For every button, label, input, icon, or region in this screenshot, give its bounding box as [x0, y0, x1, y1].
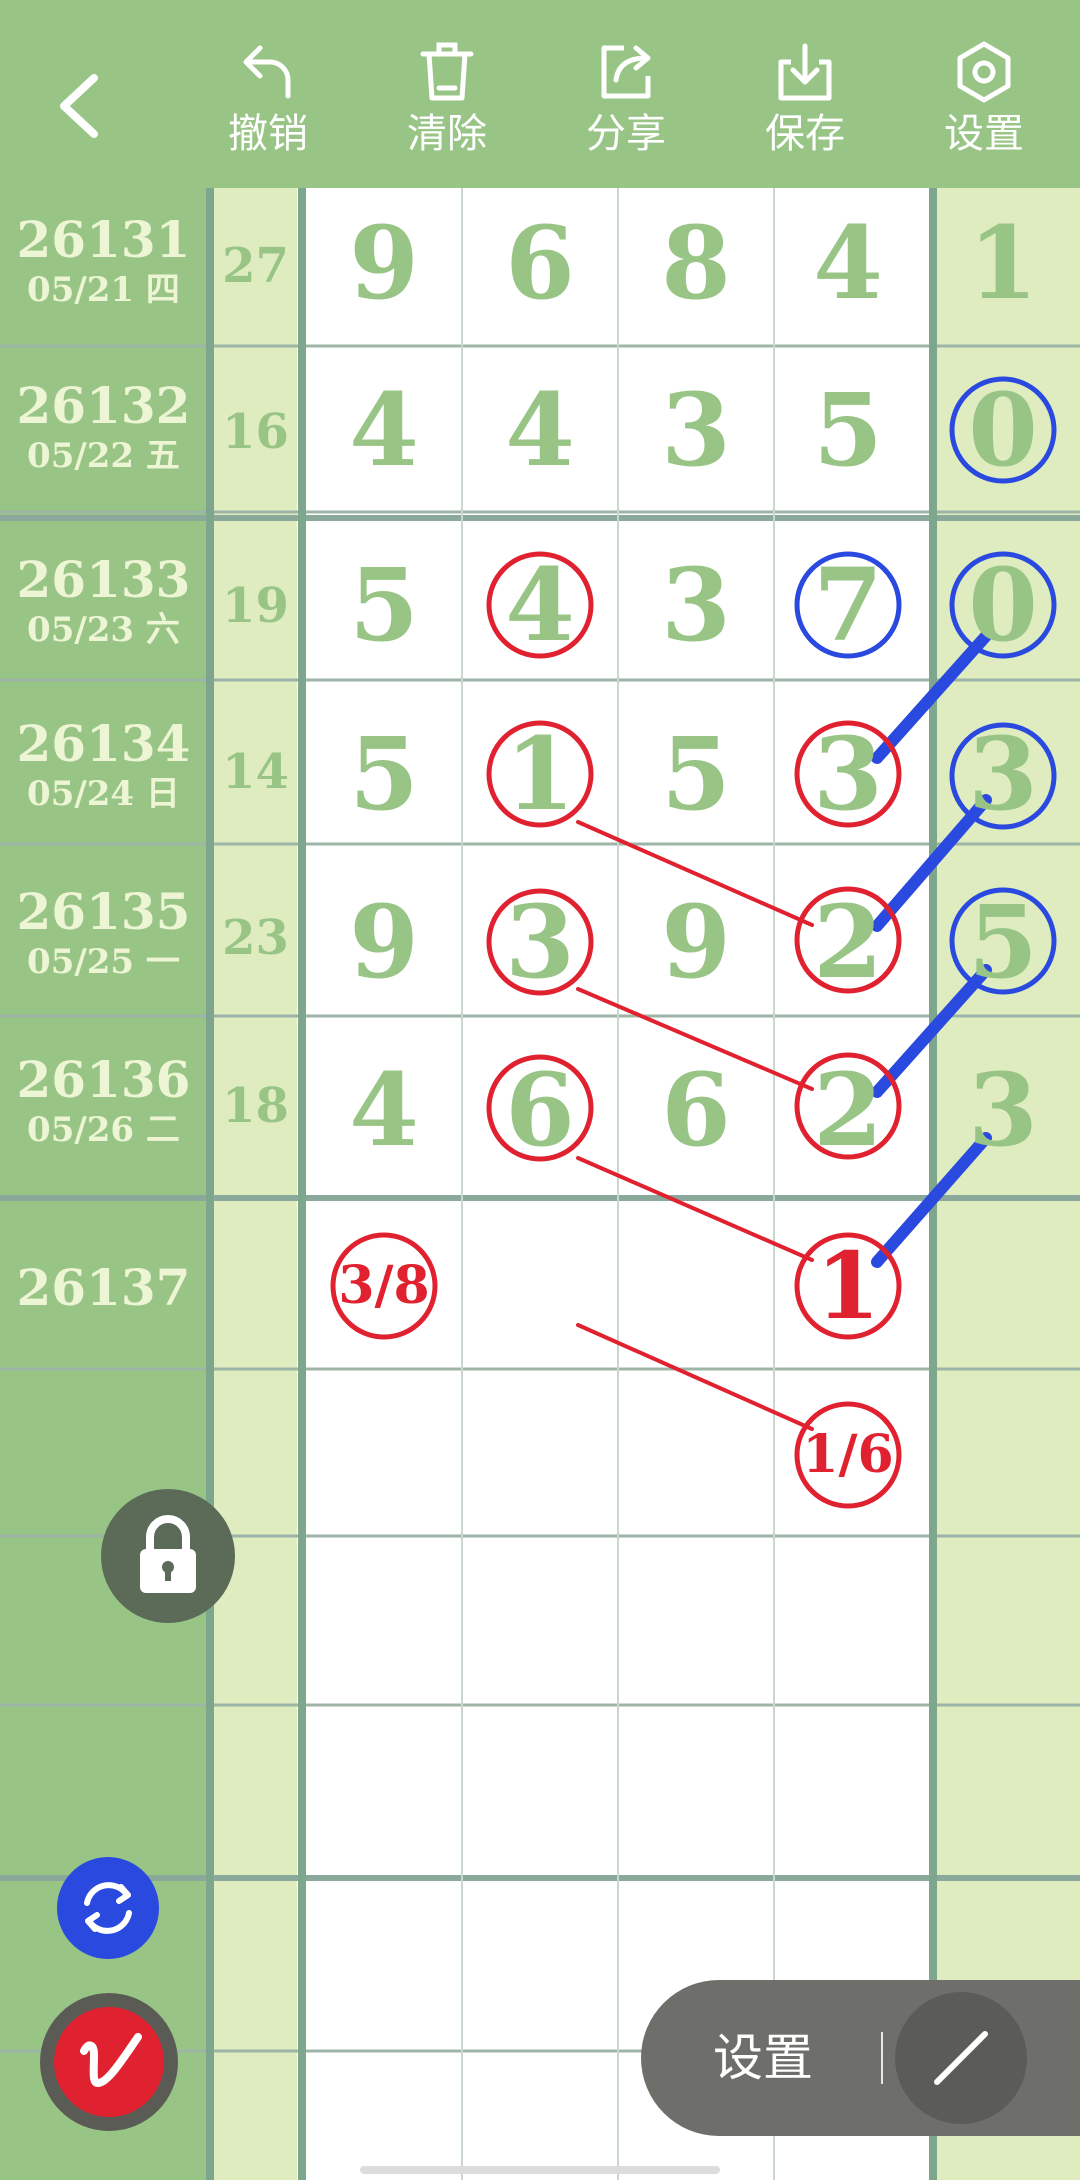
issue-date: 05/23 六: [27, 610, 180, 650]
digit-cell[interactable]: 5: [646, 714, 746, 834]
pen-icon: [80, 2033, 142, 2087]
row-label: 26134 05/24 日: [0, 716, 207, 816]
digit-cell[interactable]: 4: [490, 545, 590, 665]
share-icon: [601, 45, 651, 99]
save-label: 保存: [765, 111, 845, 157]
row-label: 26136 05/26 二: [0, 1052, 207, 1152]
home-indicator: [360, 2166, 720, 2174]
pen-color-swatch: [54, 2007, 164, 2117]
clear-button[interactable]: 清除: [387, 30, 507, 170]
row-label: 26131 05/21 四: [0, 212, 207, 312]
issue-number: 26135: [16, 882, 191, 941]
prediction-mark[interactable]: 1/6: [793, 1425, 903, 1485]
trash-icon: [420, 42, 474, 101]
sum-value: 14: [222, 744, 289, 800]
sum-value: 23: [222, 910, 289, 966]
digit-cell[interactable]: 0: [953, 370, 1053, 490]
digit-cell[interactable]: 7: [798, 545, 898, 665]
issue-date: 05/21 四: [27, 270, 180, 310]
digit-cell[interactable]: 4: [490, 370, 590, 490]
pen-button[interactable]: [40, 1993, 178, 2131]
digit-cell[interactable]: 3: [490, 882, 590, 1002]
digit-cell[interactable]: 2: [798, 1050, 898, 1170]
issue-number: 26133: [16, 550, 191, 609]
sum-value: 19: [222, 578, 289, 634]
lock-button[interactable]: [101, 1489, 235, 1623]
digit-cell[interactable]: 5: [334, 545, 434, 665]
row-label: 26135 05/25 一: [0, 884, 207, 984]
digit-cell[interactable]: 5: [798, 370, 898, 490]
save-button[interactable]: 保存: [745, 30, 865, 170]
fab-settings-button[interactable]: 设置: [713, 2028, 813, 2088]
share-label: 分享: [586, 111, 666, 157]
digit-cell[interactable]: 9: [334, 203, 434, 323]
issue-number: 26132: [16, 376, 191, 435]
digit-cell[interactable]: 3: [953, 1050, 1053, 1170]
digit-cell[interactable]: 1: [953, 203, 1053, 323]
digit-cell[interactable]: 1: [490, 714, 590, 834]
digit-cell[interactable]: 0: [953, 545, 1053, 665]
lock-icon: [140, 1515, 196, 1593]
row-label: 26137: [0, 1260, 207, 1316]
digit-cell[interactable]: 6: [646, 1050, 746, 1170]
issue-date: 05/24 日: [27, 774, 180, 814]
digit-cell[interactable]: 4: [798, 203, 898, 323]
digit-cell[interactable]: 4: [334, 370, 434, 490]
prediction-mark[interactable]: 3/8: [329, 1256, 439, 1316]
issue-number: 26137: [16, 1258, 191, 1317]
share-button[interactable]: 分享: [566, 30, 686, 170]
sum-value: 27: [222, 238, 289, 294]
undo-icon: [243, 45, 291, 99]
line-draw-icon: [934, 2031, 988, 2085]
digit-cell[interactable]: 3: [646, 370, 746, 490]
row-label: 26133 05/23 六: [0, 552, 207, 652]
digit-cell[interactable]: 5: [953, 882, 1053, 1002]
back-button[interactable]: [40, 60, 120, 150]
digit-cell[interactable]: 5: [334, 714, 434, 834]
digit-cell[interactable]: 3: [798, 714, 898, 834]
digit-cell[interactable]: 8: [646, 203, 746, 323]
issue-number: 26134: [16, 714, 191, 773]
undo-button[interactable]: 撤销: [208, 30, 328, 170]
issue-number: 26136: [16, 1050, 191, 1109]
issue-date: 05/22 五: [27, 436, 180, 476]
digit-cell[interactable]: 3: [953, 714, 1053, 834]
top-toolbar: 撤销 清除 分享 保存 设置: [0, 0, 1080, 188]
digit-cell[interactable]: 9: [334, 882, 434, 1002]
issue-date: 05/25 一: [27, 942, 180, 982]
refresh-button[interactable]: [57, 1857, 159, 1959]
undo-label: 撤销: [228, 111, 308, 157]
settings-label: 设置: [944, 111, 1024, 157]
download-icon: [778, 43, 832, 101]
digit-cell[interactable]: 9: [646, 882, 746, 1002]
sum-value: 18: [222, 1078, 289, 1134]
digit-cell[interactable]: 6: [490, 1050, 590, 1170]
draw-line-button[interactable]: [895, 1992, 1027, 2124]
row-label: 26132 05/22 五: [0, 378, 207, 478]
sum-value: 16: [222, 404, 289, 460]
digit-cell[interactable]: 6: [490, 203, 590, 323]
digit-cell[interactable]: 2: [798, 882, 898, 1002]
digit-cell[interactable]: 4: [334, 1050, 434, 1170]
floating-toolbar: 设置: [641, 1980, 1080, 2136]
settings-button[interactable]: 设置: [924, 30, 1044, 170]
digit-cell[interactable]: 3: [646, 545, 746, 665]
chevron-left-icon: [60, 74, 98, 138]
hexagon-settings-icon: [957, 41, 1011, 103]
prediction-mark[interactable]: 1: [793, 1236, 903, 1336]
clear-label: 清除: [407, 111, 487, 157]
refresh-icon: [84, 1882, 132, 1934]
lottery-grid[interactable]: 26131 05/21 四 26132 05/22 五 26133 05/23 …: [0, 188, 1080, 2180]
separator: [881, 2032, 883, 2084]
issue-number: 26131: [16, 210, 191, 269]
issue-date: 05/26 二: [27, 1110, 180, 1150]
